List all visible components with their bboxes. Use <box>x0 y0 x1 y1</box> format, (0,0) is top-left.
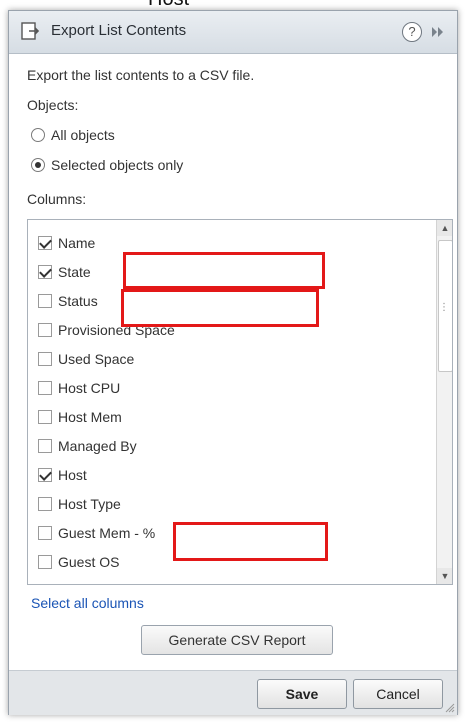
checkbox[interactable] <box>38 555 52 569</box>
dialog-footer: Save Cancel <box>9 670 457 715</box>
column-item-state[interactable]: State <box>38 261 91 283</box>
scroll-down-arrow-icon[interactable]: ▼ <box>437 568 452 584</box>
column-label: Name <box>58 235 96 251</box>
column-label: Guest OS <box>58 554 120 570</box>
cancel-button[interactable]: Cancel <box>353 679 443 709</box>
column-item-name[interactable]: Name <box>38 232 95 254</box>
annotation-box <box>121 289 319 327</box>
dialog-title: Export List Contents <box>51 22 187 39</box>
window-resize-icon[interactable] <box>445 703 455 713</box>
checkbox[interactable] <box>38 468 52 482</box>
column-label: Host Type <box>58 496 121 512</box>
column-item-host-mem[interactable]: Host Mem <box>38 406 122 428</box>
list-scrollbar[interactable]: ▲ ⋮⋮ ▼ <box>436 220 452 584</box>
column-item-host-cpu[interactable]: Host CPU <box>38 377 120 399</box>
scroll-up-arrow-icon[interactable]: ▲ <box>437 220 452 236</box>
column-label: Host Mem <box>58 409 122 425</box>
column-label: Host CPU <box>58 380 121 396</box>
column-item-managed-by[interactable]: Managed By <box>38 435 137 457</box>
radio-selected-objects[interactable]: Selected objects only <box>31 155 183 175</box>
objects-label: Objects: <box>27 97 79 113</box>
checkbox[interactable] <box>38 526 52 540</box>
dialog-titlebar: Export List Contents ? <box>9 11 457 54</box>
column-label: State <box>58 264 91 280</box>
checkbox[interactable] <box>38 381 52 395</box>
checkbox[interactable] <box>38 439 52 453</box>
radio-button[interactable] <box>31 158 45 172</box>
radio-all-objects[interactable]: All objects <box>31 125 115 145</box>
column-label: Status <box>58 293 98 309</box>
select-all-columns-link[interactable]: Select all columns <box>31 595 144 611</box>
column-label: Managed By <box>58 438 137 454</box>
radio-label: All objects <box>51 127 115 143</box>
column-item-guest-mem[interactable]: Guest Mem - % <box>38 522 155 544</box>
checkbox[interactable] <box>38 352 52 366</box>
collapse-icon[interactable] <box>429 24 445 40</box>
help-icon[interactable]: ? <box>402 22 422 42</box>
export-dialog: Export List Contents ? Export the list c… <box>8 10 458 715</box>
column-item-host[interactable]: Host <box>38 464 87 486</box>
checkbox[interactable] <box>38 294 52 308</box>
checkbox[interactable] <box>38 497 52 511</box>
save-button[interactable]: Save <box>257 679 347 709</box>
column-item-status[interactable]: Status <box>38 290 98 312</box>
radio-label: Selected objects only <box>51 157 184 173</box>
radio-button[interactable] <box>31 128 45 142</box>
export-icon <box>21 22 40 40</box>
checkbox[interactable] <box>38 236 52 250</box>
checkbox[interactable] <box>38 323 52 337</box>
column-label: Guest Mem - % <box>58 525 156 541</box>
checkbox[interactable] <box>38 265 52 279</box>
column-label: Used Space <box>58 351 135 367</box>
column-item-guest-os[interactable]: Guest OS <box>38 551 119 573</box>
dialog-description: Export the list contents to a CSV file. <box>27 67 255 83</box>
annotation-box <box>123 252 325 289</box>
column-item-used-space[interactable]: Used Space <box>38 348 134 370</box>
generate-csv-report-button[interactable]: Generate CSV Report <box>141 625 333 655</box>
checkbox[interactable] <box>38 410 52 424</box>
annotation-box <box>173 522 328 561</box>
columns-label: Columns: <box>27 191 87 207</box>
column-label: Host <box>58 467 87 483</box>
resize-grip-icon: ⋮⋮ <box>439 302 452 313</box>
column-item-host-type[interactable]: Host Type <box>38 493 121 515</box>
